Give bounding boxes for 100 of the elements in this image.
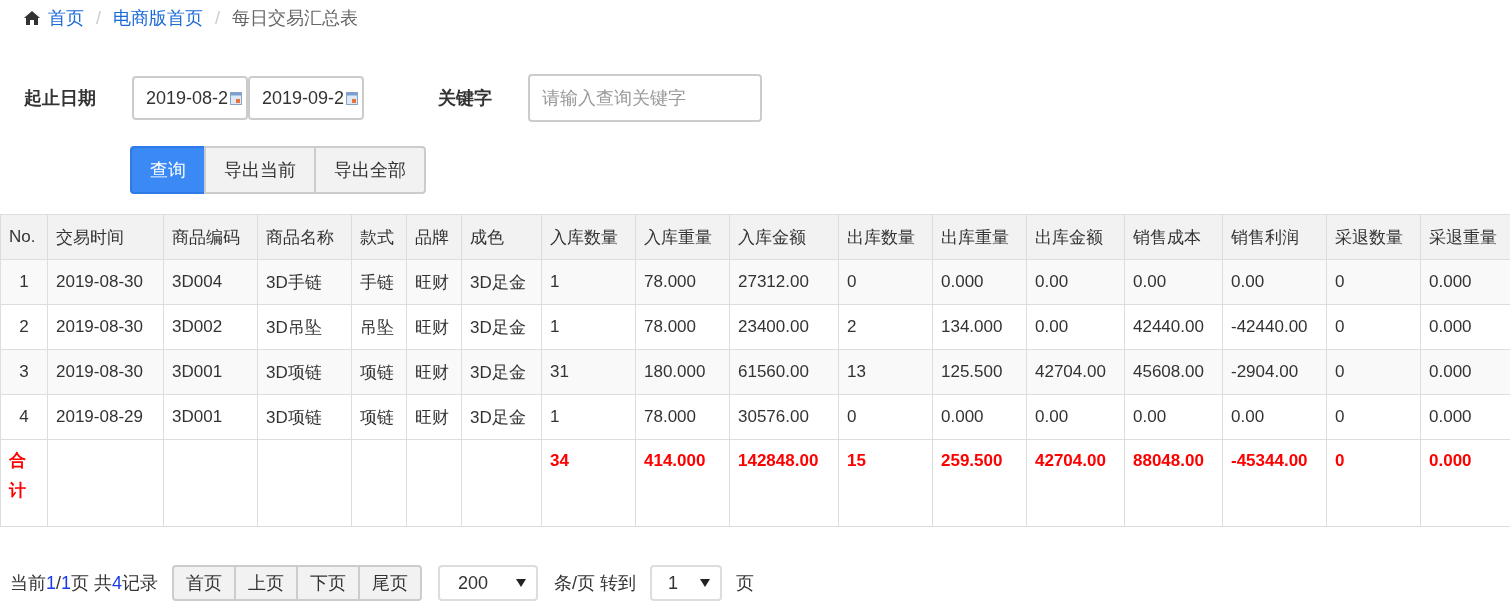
column-header: 出库金额 <box>1026 214 1125 260</box>
table-cell: 0.000 <box>1420 349 1510 395</box>
page-size-label: 条/页 转到 <box>554 572 637 595</box>
table-cell: 0.000 <box>1420 304 1510 350</box>
table-cell: -42440.00 <box>1222 304 1327 350</box>
table-cell: 3D002 <box>163 304 258 350</box>
table-cell: 1 <box>541 394 636 440</box>
table-cell: 78.000 <box>635 394 730 440</box>
total-cell: 0 <box>1326 439 1421 527</box>
pagination-button[interactable]: 首页 <box>172 565 237 601</box>
column-header: 采退数量 <box>1326 214 1421 260</box>
table-cell: 3D足金 <box>461 304 542 350</box>
table-cell: 3D项链 <box>257 349 352 395</box>
breadcrumb-link[interactable]: 电商版首页 <box>113 6 203 30</box>
table-cell: 3D004 <box>163 259 258 305</box>
page-info: 当前1/1页 共4记录 <box>10 572 159 595</box>
total-cell: 34 <box>541 439 636 527</box>
column-header: 品牌 <box>406 214 462 260</box>
table-cell: 2019-08-29 <box>47 394 164 440</box>
table-cell: 旺财 <box>406 394 462 440</box>
table-cell: 0.00 <box>1222 394 1327 440</box>
total-cell: 414.000 <box>635 439 730 527</box>
table-cell: 1 <box>541 259 636 305</box>
date-range-label: 起止日期 <box>24 87 97 110</box>
table-cell: 42440.00 <box>1124 304 1223 350</box>
table-cell: 4 <box>0 394 48 440</box>
table-cell: 项链 <box>351 394 407 440</box>
breadcrumb-separator: / <box>215 7 221 29</box>
table-cell: 3D手链 <box>257 259 352 305</box>
keyword-label: 关键字 <box>438 87 493 110</box>
table-cell: 27312.00 <box>729 259 839 305</box>
table-cell: 0 <box>1326 304 1421 350</box>
column-header: 入库重量 <box>635 214 730 260</box>
pagination-button[interactable]: 尾页 <box>358 565 423 601</box>
pagination-button[interactable]: 下页 <box>296 565 361 601</box>
table-cell: 旺财 <box>406 259 462 305</box>
column-header: 商品编码 <box>163 214 258 260</box>
calendar-icon[interactable] <box>346 91 359 105</box>
home-icon[interactable] <box>24 11 40 25</box>
table-cell: 0.000 <box>1420 259 1510 305</box>
column-header: 入库金额 <box>729 214 839 260</box>
column-header: 销售成本 <box>1124 214 1223 260</box>
table-cell: 0 <box>1326 349 1421 395</box>
table-cell: 134.000 <box>932 304 1027 350</box>
total-label: 合计 <box>0 439 48 527</box>
table-cell: 30576.00 <box>729 394 839 440</box>
table-cell: 3D吊坠 <box>257 304 352 350</box>
breadcrumb-text: 每日交易汇总表 <box>232 7 359 30</box>
total-cell: 15 <box>838 439 933 527</box>
table-cell: 3D项链 <box>257 394 352 440</box>
table-cell: 3D足金 <box>461 259 542 305</box>
end-date-field[interactable]: 2019-09-2 <box>248 76 364 120</box>
keyword-input[interactable]: 请输入查询关键字 <box>528 74 762 122</box>
page-size-select[interactable]: 200 <box>438 565 539 601</box>
total-cell: 142848.00 <box>729 439 839 527</box>
table-cell: 31 <box>541 349 636 395</box>
table-cell: 0.000 <box>932 394 1027 440</box>
column-header: 销售利润 <box>1222 214 1327 260</box>
calendar-icon[interactable] <box>230 91 243 105</box>
column-header: 商品名称 <box>257 214 352 260</box>
table-cell: 1 <box>0 259 48 305</box>
export-button[interactable]: 导出当前 <box>204 146 316 194</box>
table-cell: 3D足金 <box>461 394 542 440</box>
table-cell: 23400.00 <box>729 304 839 350</box>
page-label: 页 <box>736 572 755 595</box>
table-cell: 78.000 <box>635 259 730 305</box>
start-date-field[interactable]: 2019-08-2 <box>132 76 248 120</box>
pagination-button[interactable]: 上页 <box>234 565 299 601</box>
table-cell: 0.00 <box>1026 259 1125 305</box>
table-cell: 2 <box>0 304 48 350</box>
table-cell: 45608.00 <box>1124 349 1223 395</box>
table-cell: 0.00 <box>1222 259 1327 305</box>
table-cell: 0 <box>1326 259 1421 305</box>
table-cell: 2019-08-30 <box>47 259 164 305</box>
table-cell: 0.00 <box>1124 259 1223 305</box>
table-cell: 1 <box>541 304 636 350</box>
table-cell: 2019-08-30 <box>47 349 164 395</box>
table-cell: 0 <box>838 394 933 440</box>
column-header: No. <box>0 214 48 260</box>
total-cell: -45344.00 <box>1222 439 1327 527</box>
table-cell: 3 <box>0 349 48 395</box>
table-cell: 0.00 <box>1026 304 1125 350</box>
page-select[interactable]: 1 <box>650 565 723 601</box>
table-cell: 吊坠 <box>351 304 407 350</box>
table-cell: 125.500 <box>932 349 1027 395</box>
table-cell: 0 <box>838 259 933 305</box>
table-cell: 13 <box>838 349 933 395</box>
export-button[interactable]: 导出全部 <box>314 146 426 194</box>
table-cell: 180.000 <box>635 349 730 395</box>
table-cell: 项链 <box>351 349 407 395</box>
breadcrumb-separator: / <box>96 7 101 29</box>
column-header: 入库数量 <box>541 214 636 260</box>
table-cell: 手链 <box>351 259 407 305</box>
breadcrumb-link[interactable]: 首页 <box>48 6 84 30</box>
table-cell: 61560.00 <box>729 349 839 395</box>
table-cell: 3D001 <box>163 394 258 440</box>
caret-icon <box>700 579 711 587</box>
column-header: 成色 <box>461 214 542 260</box>
table-cell: 0.000 <box>1420 394 1510 440</box>
table-cell: 2 <box>838 304 933 350</box>
